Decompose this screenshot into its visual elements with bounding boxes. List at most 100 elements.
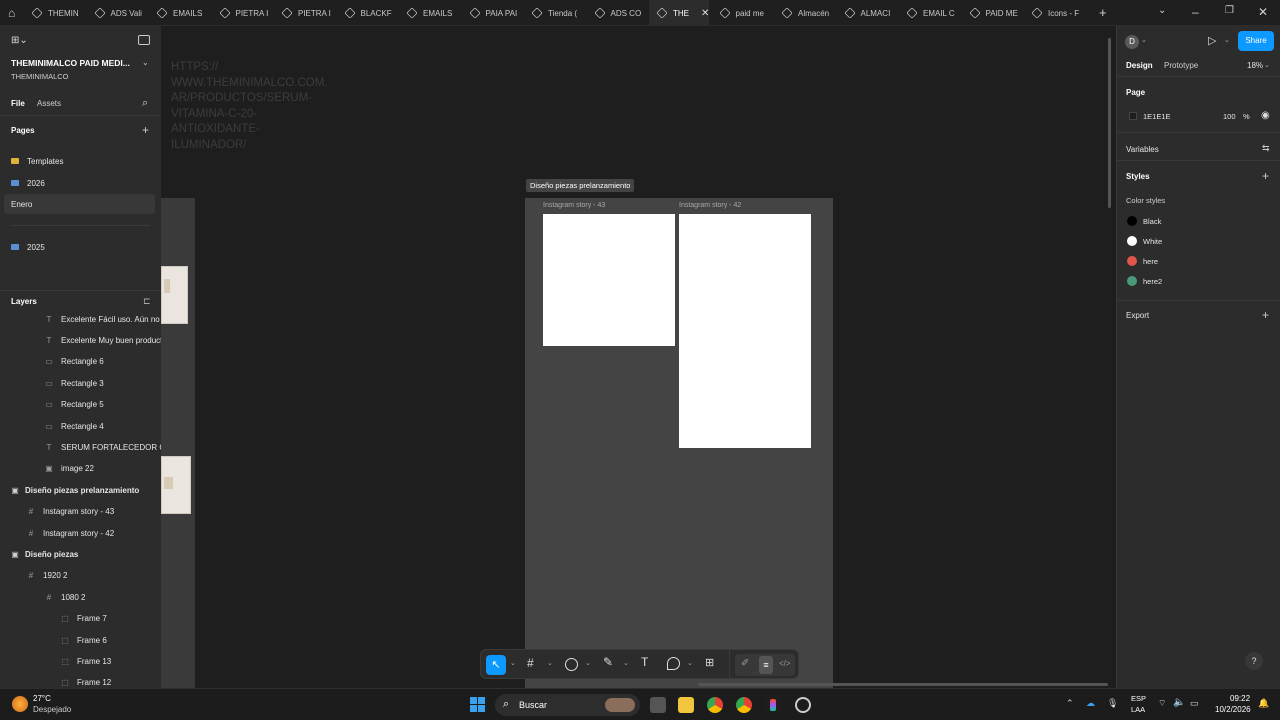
language-code[interactable]: ESP — [1131, 694, 1146, 703]
section-frame[interactable]: Instagram story - 43 Instagram story - 4… — [525, 198, 833, 688]
chatgpt-icon[interactable] — [795, 697, 811, 713]
chevron-down-icon[interactable]: ⌄ — [1141, 36, 1147, 44]
maximize-icon[interactable]: ❐ — [1225, 5, 1234, 16]
layer-item[interactable]: ⬚ Frame 13 — [0, 651, 161, 671]
url-text-layer[interactable]: HTTPS:// WWW.THEMINIMALCO.COM. AR/PRODUC… — [171, 60, 351, 153]
volume-icon[interactable]: 🔈 — [1173, 697, 1185, 708]
wifi-icon[interactable]: ⌔ — [1158, 698, 1166, 709]
variables-label[interactable]: Variables — [1126, 145, 1159, 154]
clock-time[interactable]: 09:22 — [1230, 694, 1250, 703]
layer-item[interactable]: ⬚ Frame 6 — [0, 630, 161, 650]
chevron-down-icon[interactable]: ⌄ — [142, 58, 149, 67]
text-tool-icon[interactable]: T — [641, 655, 648, 669]
actions-icon[interactable]: ⊞ — [705, 656, 714, 669]
layer-item[interactable]: T Excelente Muy buen producto — [0, 330, 161, 350]
tray-chevron-icon[interactable]: ⌃ — [1066, 698, 1074, 709]
layer-item[interactable]: #1920 2 — [0, 566, 161, 586]
eye-icon[interactable]: ◉ — [1261, 110, 1270, 121]
browser-tab[interactable]: Tienda ( — [524, 0, 584, 26]
color-style-name[interactable]: here — [1143, 257, 1158, 266]
browser-tab[interactable]: THEMIN — [24, 0, 84, 26]
browser-tab[interactable]: paid me — [712, 0, 772, 26]
browser-tab[interactable]: PAIA PAI — [462, 0, 522, 26]
sidebar-toggle-icon[interactable] — [138, 35, 150, 45]
taskbar-search[interactable]: ⌕ Buscar — [495, 694, 640, 716]
layer-item[interactable]: ▭ Rectangle 5 — [0, 395, 161, 415]
file-explorer-icon[interactable] — [678, 697, 694, 713]
color-swatch[interactable] — [1127, 216, 1137, 226]
microphone-icon[interactable]: 🎙 — [1107, 698, 1118, 709]
weather-desc[interactable]: Despejado — [33, 705, 71, 714]
add-export-icon[interactable]: + — [1262, 308, 1269, 322]
weather-icon[interactable] — [12, 696, 28, 712]
layer-item[interactable]: # Instagram story - 42 — [0, 523, 161, 543]
browser-tab[interactable]: PIETRA I — [274, 0, 334, 26]
frame-label[interactable]: Instagram story - 42 — [679, 202, 741, 209]
color-style-name[interactable]: White — [1143, 237, 1162, 246]
frame-label[interactable]: Instagram story - 43 — [543, 202, 605, 209]
layer-item[interactable]: ▣ image 22 — [0, 459, 161, 479]
pen-tool-icon[interactable]: ✎ — [603, 655, 613, 669]
minimize-icon[interactable]: – — [1192, 5, 1199, 19]
section-label[interactable]: Diseño piezas prelanzamiento — [526, 179, 635, 192]
product-thumbnail[interactable] — [161, 456, 191, 514]
close-window-icon[interactable]: ✕ — [1258, 5, 1268, 19]
add-style-icon[interactable]: + — [1262, 169, 1269, 183]
onedrive-icon[interactable]: ☁ — [1086, 698, 1095, 709]
browser-tab[interactable]: PIETRA I — [212, 0, 272, 26]
layer-item[interactable]: ⬚ Frame 12 — [0, 673, 161, 688]
browser-tab[interactable]: ADS CO — [587, 0, 647, 26]
draw-mode-icon[interactable]: ✐ — [741, 658, 749, 669]
browser-tab[interactable]: Icons - F — [1024, 0, 1084, 26]
color-swatch[interactable] — [1127, 276, 1137, 286]
browser-tab[interactable]: PAID ME — [962, 0, 1022, 26]
comment-tool-icon[interactable] — [667, 657, 680, 670]
file-title[interactable]: THEMINIMALCO PAID MEDI... — [11, 58, 130, 68]
help-icon[interactable]: ? — [1245, 652, 1263, 670]
page-item-templates[interactable]: Templates — [0, 151, 161, 171]
figma-menu-icon[interactable]: ⊞⌄ — [11, 35, 29, 47]
browser-tab[interactable]: EMAIL C — [899, 0, 959, 26]
tab-prototype[interactable]: Prototype — [1164, 61, 1198, 70]
dev-mode-icon[interactable]: </> — [779, 659, 791, 668]
page-color-swatch[interactable] — [1129, 112, 1137, 120]
chevron-down-icon[interactable]: ⌄ — [623, 659, 629, 667]
tab-file[interactable]: File — [11, 99, 25, 108]
browser-tab[interactable]: ADS Vali — [87, 0, 147, 26]
tab-assets[interactable]: Assets — [37, 99, 61, 108]
avatar[interactable]: D — [1125, 35, 1139, 49]
chrome-icon[interactable] — [736, 697, 752, 713]
ellipse-tool-icon[interactable] — [565, 658, 578, 671]
color-style-name[interactable]: Black — [1143, 217, 1161, 226]
chrome-icon[interactable] — [707, 697, 723, 713]
chevron-down-icon[interactable]: ⌄ — [547, 659, 553, 667]
language-layout[interactable]: LAA — [1131, 705, 1145, 714]
instagram-story-43[interactable] — [543, 214, 675, 346]
color-style-name[interactable]: here2 — [1143, 277, 1162, 286]
layer-item[interactable]: # Instagram story - 43 — [0, 502, 161, 522]
move-tool-icon[interactable]: ↖ — [486, 655, 506, 675]
task-view-icon[interactable] — [650, 697, 666, 713]
layer-item[interactable]: ▣ Diseño piezas — [0, 544, 161, 564]
figma-icon[interactable] — [765, 697, 781, 713]
browser-tab[interactable]: Almacén — [774, 0, 834, 26]
design-canvas[interactable]: HTTPS:// WWW.THEMINIMALCO.COM. AR/PRODUC… — [161, 26, 1116, 688]
page-item-2025[interactable]: 2025 — [0, 237, 161, 257]
design-mode-icon[interactable]: ≡ — [759, 656, 773, 674]
color-swatch[interactable] — [1127, 256, 1137, 266]
page-opacity-value[interactable]: 100 — [1223, 112, 1236, 121]
collapse-layers-icon[interactable]: ⊏ — [143, 296, 151, 307]
tab-list-icon[interactable]: ⌄ — [1158, 5, 1166, 16]
add-page-icon[interactable]: + — [142, 123, 149, 137]
home-icon[interactable]: ⌂ — [8, 6, 15, 20]
chevron-down-icon[interactable]: ⌄ — [687, 659, 693, 667]
windows-start-icon[interactable] — [470, 697, 486, 713]
browser-tab[interactable]: EMAILS — [149, 0, 209, 26]
battery-icon[interactable]: ▭ — [1190, 698, 1199, 709]
browser-tab[interactable]: ALMACI — [837, 0, 897, 26]
vertical-scrollbar[interactable] — [1108, 38, 1111, 208]
new-tab-icon[interactable]: + — [1099, 5, 1107, 20]
close-tab-icon[interactable]: ✕ — [701, 8, 709, 19]
page-color-value[interactable]: 1E1E1E — [1143, 112, 1171, 121]
page-item-enero[interactable]: Enero — [4, 194, 155, 214]
